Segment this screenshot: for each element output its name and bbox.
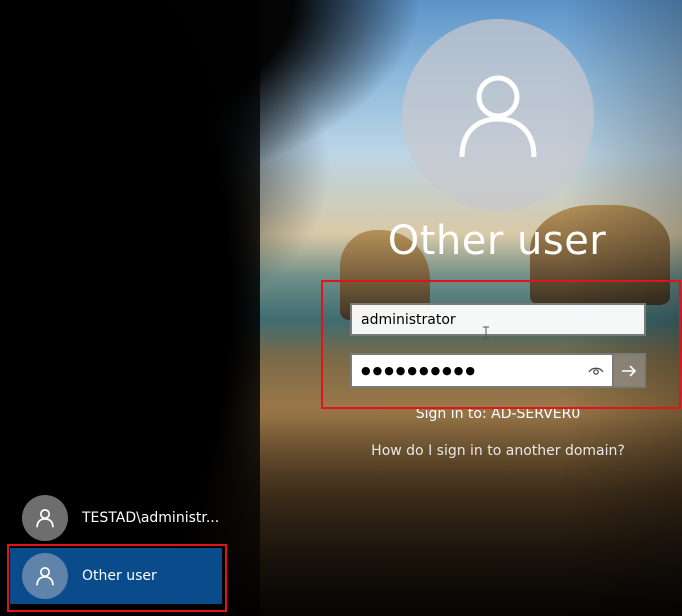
user-tile-testad-administrator[interactable]: TESTAD\administr... [10,490,222,546]
highlight-box-other-user [7,544,227,612]
domain-help-link[interactable]: How do I sign in to another domain? [360,443,636,459]
user-silhouette-icon [36,508,54,528]
user-avatar [402,19,594,211]
user-silhouette-icon [459,75,537,158]
highlight-box-credentials [321,280,681,409]
user-title: Other user [387,218,607,264]
user-avatar [22,495,68,541]
lock-screen: Other user administrator ●●●●●●●●●● Sign… [0,0,682,616]
user-tile-label: TESTAD\administr... [82,510,220,526]
